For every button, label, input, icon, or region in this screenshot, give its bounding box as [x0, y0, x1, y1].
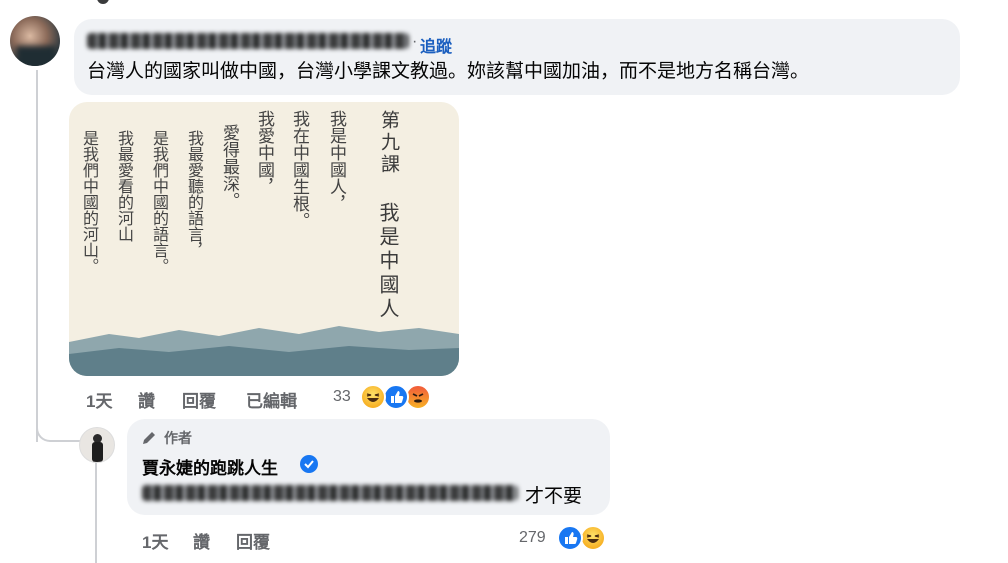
comment-bubble	[74, 19, 960, 95]
lesson-title: 第九課	[378, 110, 400, 176]
reply-text: 才不要	[525, 486, 583, 507]
lesson-column: 是我們中國的語言。	[150, 130, 169, 274]
author-avatar[interactable]	[79, 427, 115, 463]
thread-line-reply	[95, 462, 97, 563]
top-cutoff-avatar	[97, 0, 109, 4]
author-name[interactable]: 賈永婕的跑跳人生	[142, 454, 278, 479]
lesson-column: 我在中國生根。	[289, 110, 309, 229]
lesson-column: 我最愛聽的語言，	[185, 130, 204, 258]
lesson-column: 我愛中國，	[254, 110, 274, 195]
lesson-column: 我最愛看的河山	[115, 130, 134, 242]
lesson-column: 是我們中國的河山。	[80, 130, 99, 274]
reply-time[interactable]: 1天	[142, 528, 168, 553]
comment-image[interactable]: 第九課 我是中國人 我是中國人， 我在中國生根。 我愛中國， 愛得最深。 我最愛…	[69, 102, 459, 376]
edited-label[interactable]: 已編輯	[246, 387, 297, 412]
thread-line	[36, 70, 38, 442]
haha-icon	[360, 384, 386, 410]
comment-actions: 1天 讚 回覆 已編輯	[86, 387, 346, 412]
reply-actions: 1天 讚 回覆	[142, 528, 302, 553]
separator-dot: ·	[412, 33, 418, 50]
haha-icon	[580, 525, 606, 551]
like-button[interactable]: 讚	[138, 387, 155, 412]
author-badge: 作者	[164, 430, 192, 446]
reply-like-button[interactable]: 讚	[193, 528, 210, 553]
commenter-avatar[interactable]	[10, 16, 60, 66]
like-icon	[557, 525, 583, 551]
pencil-icon	[143, 432, 155, 444]
reply-button[interactable]: 回覆	[182, 387, 216, 412]
lesson-name: 我是中國人	[376, 202, 400, 322]
reply-reply-button[interactable]: 回覆	[236, 528, 270, 553]
lesson-column: 我是中國人，	[326, 110, 346, 212]
reaction-count[interactable]: 33	[333, 388, 351, 406]
comment-text: 台灣人的國家叫做中國，台灣小學課文教過。妳該幫中國加油，而不是地方名稱台灣。	[87, 61, 810, 82]
comment-time[interactable]: 1天	[86, 387, 112, 412]
mentioned-user[interactable]	[142, 485, 518, 501]
verified-icon	[300, 455, 318, 473]
like-icon	[383, 384, 409, 410]
thread-branch	[36, 406, 80, 442]
commenter-name[interactable]	[87, 33, 409, 49]
lesson-column: 愛得最深。	[219, 124, 239, 209]
follow-link[interactable]: 追蹤	[420, 33, 452, 57]
reply-reaction-count[interactable]: 279	[519, 529, 546, 547]
